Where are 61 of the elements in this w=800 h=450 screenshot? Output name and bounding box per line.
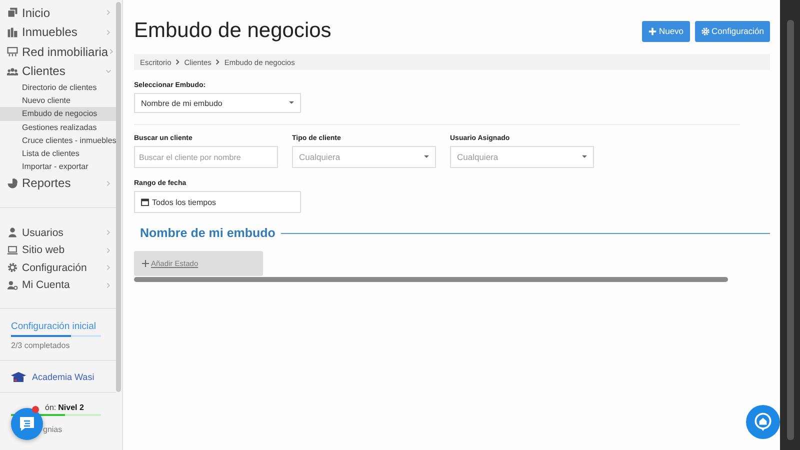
settings-icon: [700, 26, 710, 36]
academy-link[interactable]: Academia Wasi: [32, 372, 94, 382]
chevron-right-icon: [215, 59, 220, 65]
sidebar-item[interactable]: Inmuebles: [0, 22, 116, 42]
chat-button[interactable]: [11, 408, 43, 440]
chevron-right-icon: [105, 264, 112, 272]
chevron-right-icon: [105, 282, 112, 289]
user-icon: [7, 280, 18, 291]
submenu-item[interactable]: Cruce clientes - inmuebles: [0, 134, 116, 147]
chevron-right-icon: [105, 246, 112, 254]
sidebar-item[interactable]: Clientes: [0, 62, 116, 81]
chevron-right-icon: [105, 229, 112, 236]
sidebar-item[interactable]: Reportes: [0, 173, 116, 193]
sidebar-item[interactable]: Sitio web: [0, 241, 116, 259]
reputation-label: ón:: [45, 402, 56, 412]
chevron-right-icon: [105, 9, 112, 16]
submenu-item[interactable]: Embudo de negocios: [0, 107, 116, 121]
chevron-right-icon: [108, 48, 116, 56]
plus-icon: [648, 26, 657, 36]
submenu-item[interactable]: Nuevo cliente: [0, 94, 116, 108]
submenu-item[interactable]: Directorio de clientes: [0, 81, 116, 94]
sidebar-item[interactable]: Red inmobiliaria: [0, 42, 116, 62]
chevron-right-icon: [105, 28, 112, 36]
house-pin-icon: [752, 411, 774, 433]
chevron-right-icon: [175, 59, 180, 65]
plus-icon: [142, 260, 149, 267]
page-title: Embudo de negocios: [134, 19, 332, 43]
sidebar-item[interactable]: Mi Cuenta: [0, 276, 116, 294]
submenu-item[interactable]: Gestiones realizadas: [0, 120, 116, 134]
notification-dot: [32, 406, 39, 413]
funnel-select[interactable]: Nombre de mi embudo: [134, 93, 301, 113]
submenu-item[interactable]: Lista de clientes: [0, 146, 116, 160]
pie-chart-icon: [7, 178, 18, 189]
chat-icon: [17, 414, 37, 434]
pages-icon: [7, 7, 18, 18]
chevron-down-icon: [105, 68, 112, 75]
settings-icon: [7, 262, 18, 274]
reputation-level: Nivel 2: [58, 402, 84, 412]
search-field[interactable]: Buscar el cliente por nombre: [134, 146, 278, 168]
chevron-right-icon: [105, 180, 112, 187]
network-icon: [7, 46, 18, 58]
sidebar-item[interactable]: Usuarios: [0, 224, 116, 242]
users-icon: [7, 66, 18, 77]
graduation-cap-icon: [11, 372, 26, 382]
scrollbar[interactable]: [134, 277, 728, 282]
sidebar-item[interactable]: Configuración: [0, 258, 116, 276]
date-range-field[interactable]: Todos los tiempos: [134, 191, 301, 213]
buildings-icon: [7, 26, 18, 38]
setup-progress-text: 2/3 completados: [11, 340, 71, 350]
laptop-icon: [7, 244, 18, 256]
help-button[interactable]: [746, 405, 780, 439]
calendar-icon: [141, 198, 149, 206]
caret-icon: [424, 155, 429, 159]
sidebar-item[interactable]: Inicio: [0, 3, 116, 22]
badges-caption: gnias: [43, 424, 62, 434]
scrollbar[interactable]: [780, 0, 800, 450]
caret-icon: [289, 101, 294, 105]
caret-icon: [582, 155, 587, 159]
user-icon: [7, 227, 18, 238]
pipeline-title: Nombre de mi embudo: [140, 226, 276, 240]
submenu-item[interactable]: Importar - exportar: [0, 160, 116, 174]
